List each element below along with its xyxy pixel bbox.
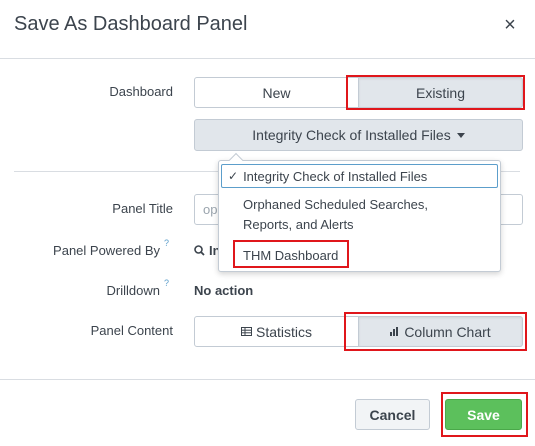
panel-powered-by-label: Panel Powered By [0, 243, 160, 258]
panel-powered-by-help-icon[interactable]: ? [164, 238, 169, 248]
dashboard-select-value: Integrity Check of Installed Files [252, 127, 451, 143]
menu-item-label-line1: Orphaned Scheduled Searches, [243, 197, 429, 212]
dashboard-label: Dashboard [109, 84, 173, 99]
column-chart-button[interactable]: Column Chart [359, 316, 523, 347]
header-divider [0, 58, 535, 59]
dashboard-existing-button[interactable]: Existing [359, 77, 523, 108]
cancel-button[interactable]: Cancel [355, 399, 430, 430]
drilldown-value: No action [194, 283, 254, 298]
panel-powered-by-text: Panel Powered By [53, 243, 160, 258]
column-chart-label: Column Chart [404, 323, 491, 340]
menu-item-integrity-check[interactable]: ✓ Integrity Check of Installed Files [221, 164, 498, 188]
close-icon[interactable]: × [500, 14, 520, 36]
drilldown-label: Drilldown [0, 283, 160, 298]
search-icon [194, 245, 205, 256]
bar-chart-icon [390, 327, 399, 336]
menu-item-thm-dashboard[interactable]: THM Dashboard [221, 246, 498, 266]
save-button[interactable]: Save [445, 399, 522, 430]
menu-item-label: THM Dashboard [243, 248, 339, 263]
table-icon [240, 327, 252, 336]
menu-item-label: Integrity Check of Installed Files [243, 168, 428, 184]
panel-content-label: Panel Content [90, 323, 173, 338]
caret-down-icon [456, 132, 465, 138]
save-as-dashboard-panel-dialog: Save As Dashboard Panel × Dashboard New … [0, 0, 535, 446]
checkmark-icon: ✓ [228, 169, 239, 183]
menu-item-orphaned-searches[interactable]: Orphaned Scheduled Searches, Reports, an… [221, 195, 498, 235]
statistics-button[interactable]: Statistics [194, 316, 359, 347]
dashboard-dropdown-menu: ✓ Integrity Check of Installed Files Orp… [218, 152, 501, 272]
panel-title-label: Panel Title [112, 201, 173, 216]
drilldown-help-icon[interactable]: ? [164, 278, 169, 288]
dashboard-segmented-control: New Existing [194, 77, 523, 108]
dashboard-new-button[interactable]: New [194, 77, 359, 108]
dialog-title: Save As Dashboard Panel [14, 13, 248, 35]
panel-powered-by-value: In [194, 243, 221, 258]
statistics-label: Statistics [255, 323, 312, 340]
drilldown-text: Drilldown [106, 283, 160, 298]
dashboard-select-dropdown[interactable]: Integrity Check of Installed Files [194, 119, 523, 151]
panel-content-segmented-control: Statistics Column Chart [194, 316, 523, 347]
menu-item-label-line2: Reports, and Alerts [243, 217, 354, 232]
footer-divider [0, 379, 535, 380]
